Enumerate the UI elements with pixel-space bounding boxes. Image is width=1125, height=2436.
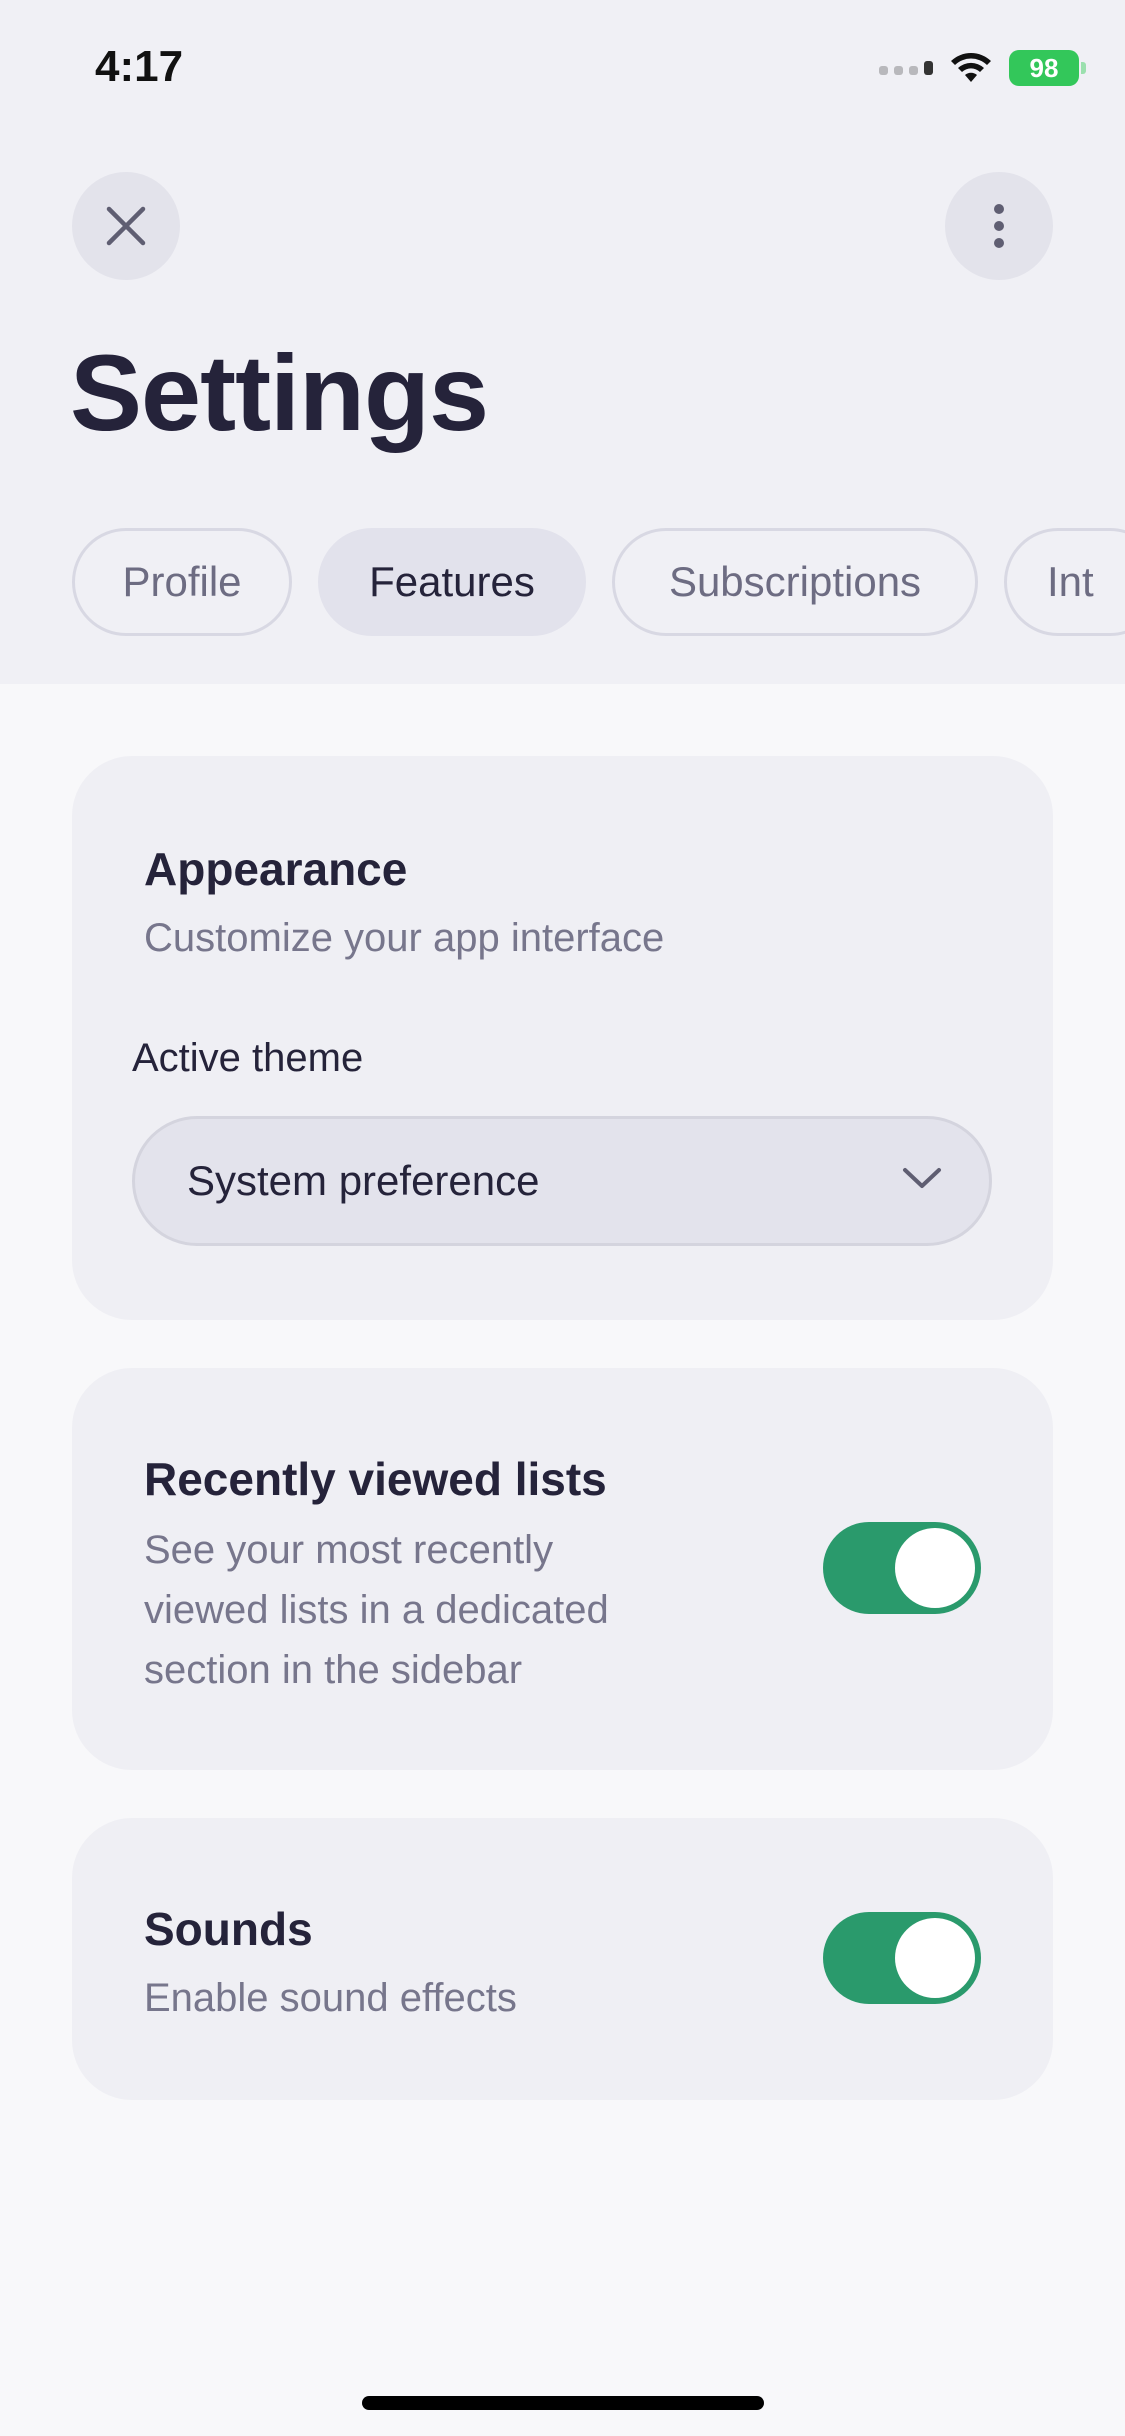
- theme-select-value: System preference: [187, 1157, 540, 1204]
- description-line: section in the sidebar: [144, 1648, 523, 1692]
- description-line: See your most recently: [144, 1528, 554, 1572]
- description-line: viewed lists in a dedicated: [144, 1588, 609, 1632]
- recently-viewed-title: Recently viewed lists: [144, 1453, 607, 1505]
- settings-screen: 4:17 98 Settings Profile Features Subscr…: [0, 0, 1125, 2436]
- sounds-toggle[interactable]: [823, 1912, 981, 2004]
- tab-subscriptions[interactable]: Subscriptions: [612, 528, 978, 636]
- recently-viewed-toggle[interactable]: [823, 1522, 981, 1614]
- header: 4:17 98 Settings Profile Features Subscr…: [0, 0, 1125, 684]
- battery-icon: 98: [1009, 50, 1086, 86]
- appearance-title: Appearance: [144, 843, 408, 895]
- appearance-card: Appearance Customize your app interface …: [72, 756, 1053, 1320]
- settings-tabs: Profile Features Subscriptions Int: [72, 528, 1125, 636]
- close-button[interactable]: [72, 172, 180, 280]
- appearance-description: Customize your app interface: [144, 916, 665, 960]
- wifi-icon: [951, 53, 991, 82]
- status-time: 4:17: [95, 42, 184, 91]
- home-indicator[interactable]: [362, 2396, 764, 2410]
- chevron-down-icon: [903, 1168, 941, 1188]
- tab-integrations[interactable]: Int: [1004, 528, 1125, 636]
- recently-viewed-card: Recently viewed lists See your most rece…: [72, 1368, 1053, 1770]
- sounds-description: Enable sound effects: [144, 1976, 517, 2020]
- more-vertical-icon: [994, 204, 1004, 248]
- recently-viewed-description: See your most recently viewed lists in a…: [144, 1520, 609, 1700]
- sounds-title: Sounds: [144, 1903, 313, 1955]
- toggle-knob: [895, 1918, 975, 1998]
- theme-select[interactable]: System preference: [132, 1116, 992, 1246]
- active-theme-label: Active theme: [132, 1036, 364, 1080]
- battery-level: 98: [1029, 52, 1059, 83]
- page-title: Settings: [70, 332, 489, 453]
- close-icon: [106, 206, 146, 246]
- cellular-signal-icon: [879, 61, 933, 75]
- tab-profile[interactable]: Profile: [72, 528, 292, 636]
- tab-features[interactable]: Features: [318, 528, 586, 636]
- status-indicators: 98: [879, 50, 1086, 86]
- toggle-knob: [895, 1528, 975, 1608]
- sounds-card: Sounds Enable sound effects: [72, 1818, 1053, 2100]
- more-options-button[interactable]: [945, 172, 1053, 280]
